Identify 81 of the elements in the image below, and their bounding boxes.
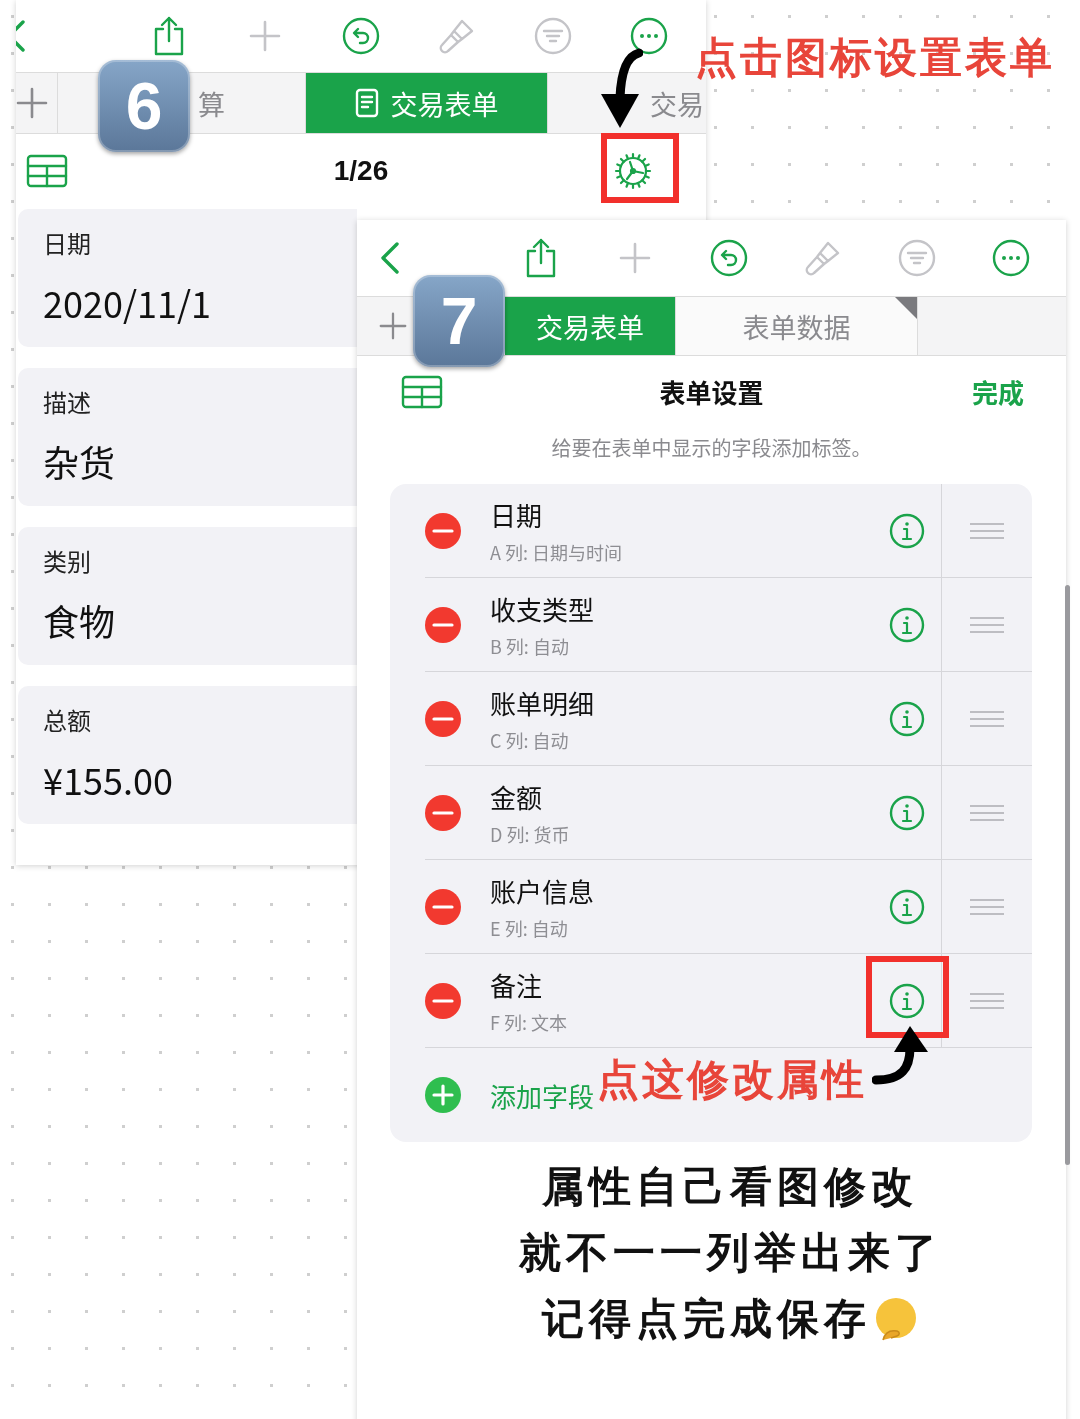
drag-handle-icon[interactable] bbox=[969, 709, 1005, 728]
step-badge: 6 bbox=[98, 60, 190, 152]
hint-text: 给要在表单中显示的字段添加标签。 bbox=[550, 433, 873, 462]
table-view-button[interactable] bbox=[401, 374, 443, 409]
drag-handle-icon[interactable] bbox=[969, 991, 1005, 1010]
filter-icon bbox=[898, 239, 936, 277]
remove-icon bbox=[425, 700, 461, 737]
field-value: 杂货 bbox=[43, 435, 115, 487]
field-label: 总额 bbox=[43, 702, 91, 737]
document-icon bbox=[354, 88, 379, 118]
caption-text: 就不一一列举出来了 bbox=[518, 1229, 942, 1278]
sheet-tab[interactable]: 交易表单 bbox=[306, 73, 548, 133]
brush-icon bbox=[438, 17, 476, 55]
remove-icon bbox=[425, 512, 461, 549]
info-button[interactable] bbox=[889, 700, 925, 737]
field-name: 账单明细 bbox=[490, 684, 594, 721]
column-type: F 列: 文本 bbox=[490, 1009, 567, 1035]
info-icon bbox=[889, 794, 925, 831]
settings-icon bbox=[613, 150, 653, 191]
brush-icon bbox=[804, 239, 842, 277]
filter-icon bbox=[534, 17, 572, 55]
add-icon bbox=[249, 20, 281, 52]
sheet-tab[interactable]: 表单数据 bbox=[676, 297, 918, 355]
add-sheet-button[interactable] bbox=[16, 73, 58, 133]
info-icon bbox=[889, 700, 925, 737]
caption-text: 记得点完成保存 bbox=[541, 1295, 871, 1344]
field-value: 2020/11/1 bbox=[43, 276, 212, 328]
info-button[interactable] bbox=[889, 888, 925, 925]
info-button[interactable] bbox=[889, 512, 925, 549]
remove-icon bbox=[425, 794, 461, 831]
column-type: D 列: 货币 bbox=[490, 821, 570, 847]
info-icon bbox=[889, 512, 925, 549]
undo-icon bbox=[342, 17, 380, 55]
field-name: 备注 bbox=[490, 966, 542, 1003]
drag-handle-icon[interactable] bbox=[969, 615, 1005, 634]
add-icon bbox=[425, 1077, 461, 1113]
done-button[interactable]: 完成 bbox=[972, 373, 1024, 410]
remove-icon bbox=[425, 982, 461, 1019]
drag-handle-icon[interactable] bbox=[969, 803, 1005, 822]
info-icon bbox=[889, 982, 925, 1019]
column-type: C 列: 自动 bbox=[490, 727, 569, 753]
column-type: E 列: 自动 bbox=[490, 915, 568, 941]
add-icon bbox=[619, 242, 651, 274]
remove-icon bbox=[425, 888, 461, 925]
field-label: 类别 bbox=[43, 543, 91, 578]
add-icon bbox=[16, 87, 48, 119]
column-type: A 列: 日期与时间 bbox=[490, 539, 622, 565]
undo-icon bbox=[710, 239, 748, 277]
drag-handle-icon[interactable] bbox=[969, 897, 1005, 916]
table-icon bbox=[26, 153, 68, 188]
info-icon bbox=[889, 888, 925, 925]
caption-text: 属性自己看图修改 bbox=[542, 1163, 918, 1212]
remove-icon bbox=[425, 606, 461, 643]
column-type: B 列: 自动 bbox=[490, 633, 569, 659]
table-icon bbox=[401, 374, 443, 409]
add-icon bbox=[379, 310, 407, 342]
field-name: 账户信息 bbox=[490, 872, 594, 909]
drag-handle-icon[interactable] bbox=[969, 521, 1005, 540]
sheet-tab[interactable]: 交易表单 bbox=[505, 297, 676, 355]
more-icon bbox=[630, 17, 668, 55]
record-counter: 1/26 bbox=[333, 154, 389, 187]
table-view-button[interactable] bbox=[26, 153, 68, 188]
info-button[interactable] bbox=[889, 606, 925, 643]
info-button[interactable] bbox=[889, 982, 925, 1019]
info-button[interactable] bbox=[889, 794, 925, 831]
field-value: ¥155.00 bbox=[43, 753, 173, 805]
back-icon bbox=[378, 240, 402, 276]
info-icon bbox=[889, 606, 925, 643]
field-name: 日期 bbox=[490, 496, 542, 533]
step-badge: 7 bbox=[413, 275, 505, 367]
field-label: 描述 bbox=[43, 384, 91, 419]
panel-title: 表单设置 bbox=[659, 373, 764, 410]
annotation-text: 点这修改属性 bbox=[597, 1056, 867, 1105]
field-name: 收支类型 bbox=[490, 590, 594, 627]
field-name: 金额 bbox=[490, 778, 542, 815]
form-settings-button[interactable] bbox=[613, 150, 653, 191]
more-icon bbox=[992, 239, 1030, 277]
field-label: 日期 bbox=[43, 225, 91, 260]
add-field-button[interactable]: 添加字段 bbox=[490, 1076, 594, 1114]
annotation-text: 点击图标设置表单 bbox=[695, 34, 1055, 83]
field-value: 食物 bbox=[43, 594, 115, 646]
